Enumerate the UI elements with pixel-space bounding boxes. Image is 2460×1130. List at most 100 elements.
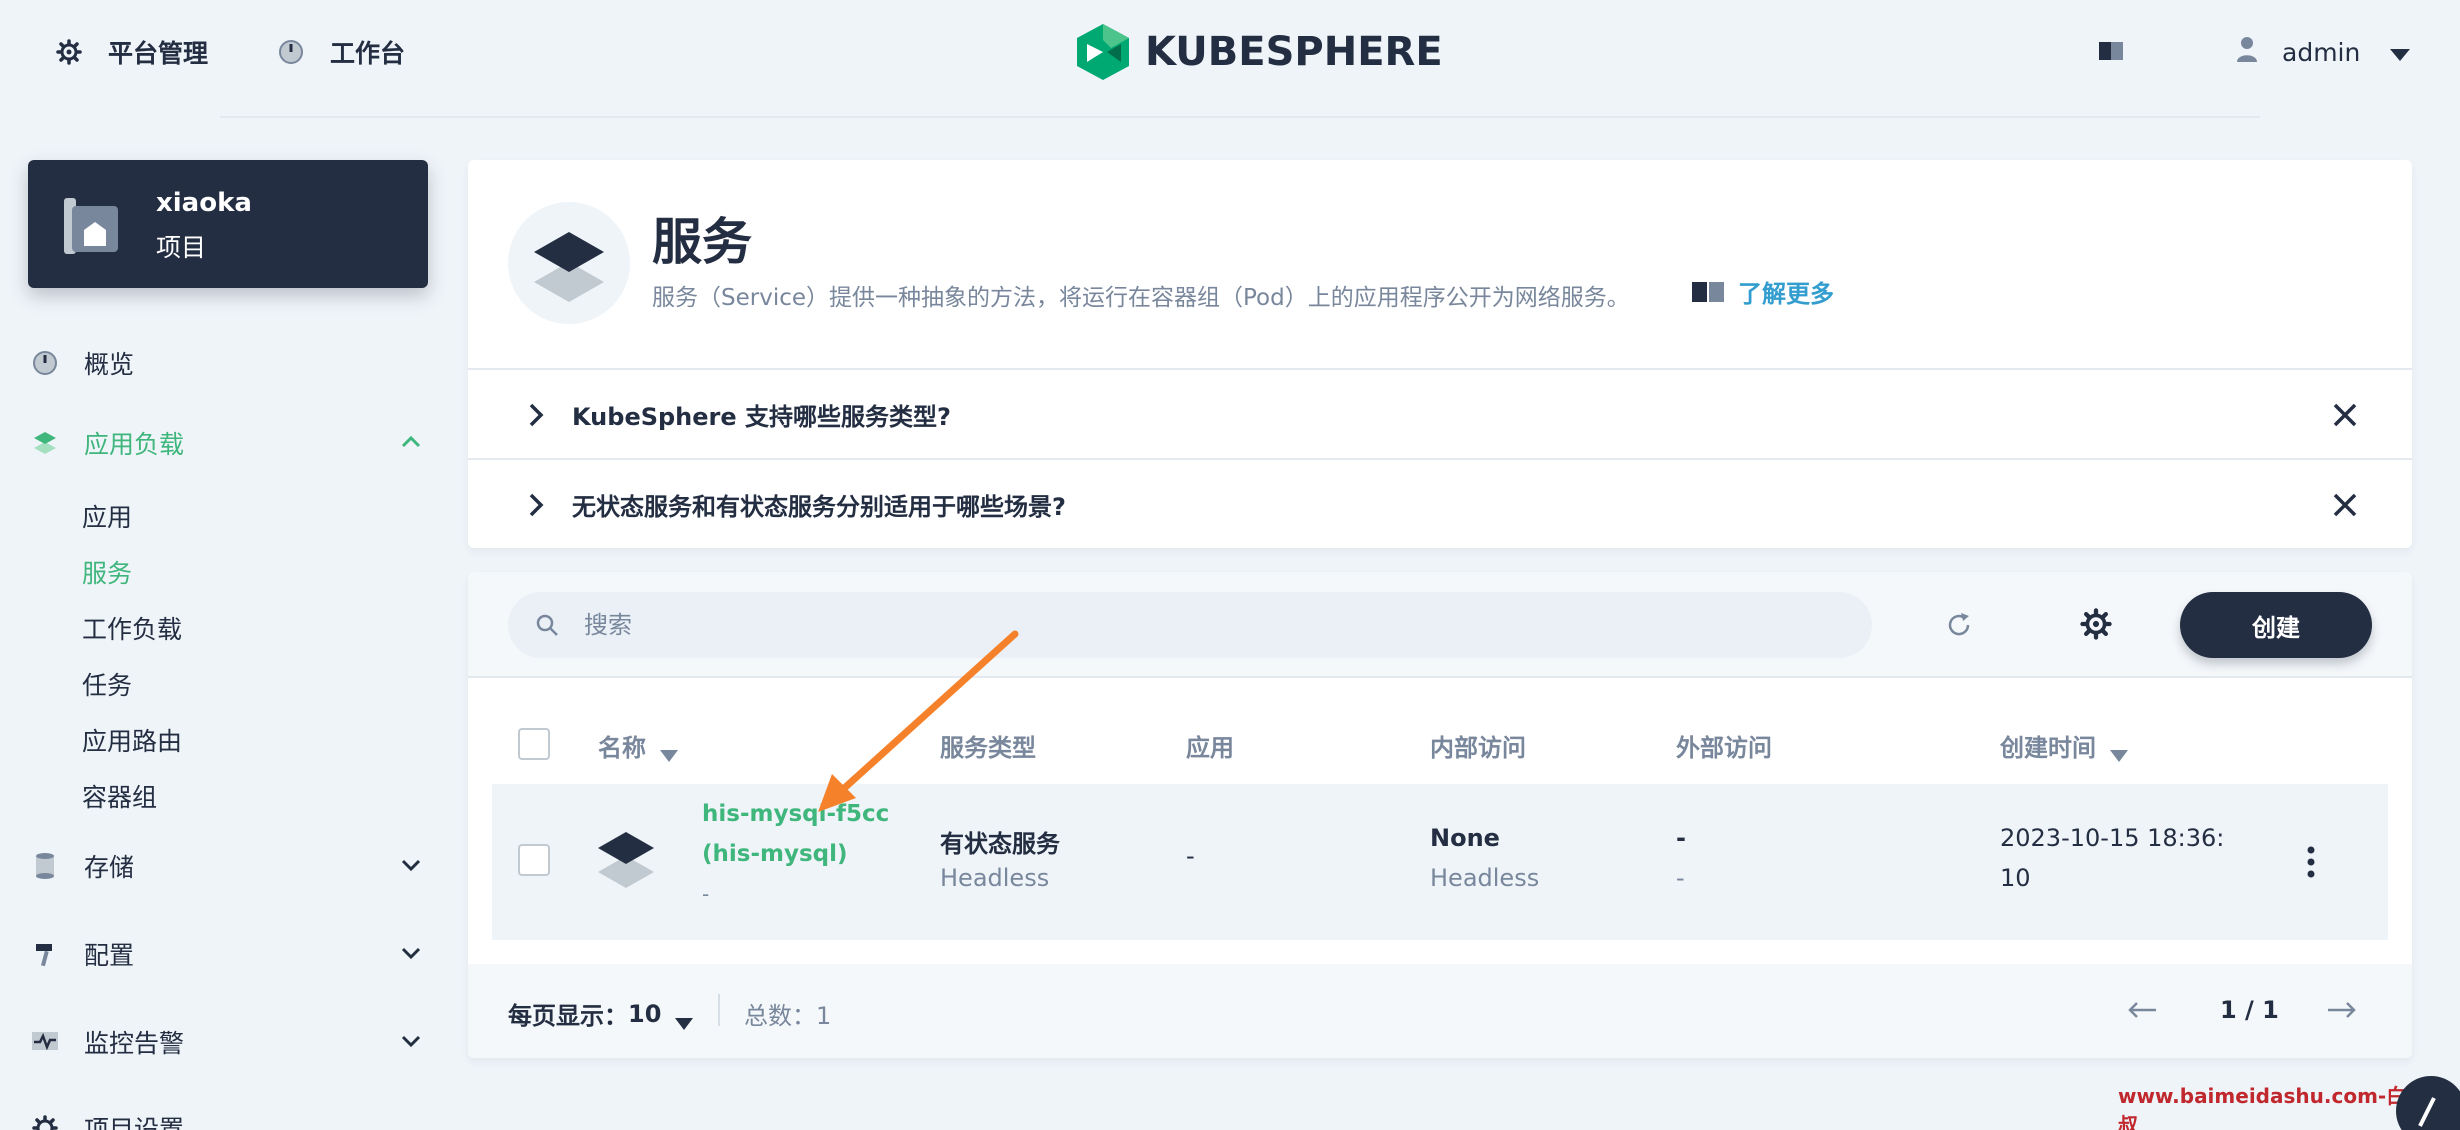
sidebar-item-label: 存储: [84, 853, 135, 882]
kubesphere-logo-icon: [1077, 24, 1129, 80]
sidebar-item-project-settings[interactable]: 项目设置: [30, 1100, 430, 1130]
platform-management-label: 平台管理: [108, 39, 209, 68]
services-header-card: 服务 服务（Service）提供一种抽象的方法，将运行在容器组（Pod）上的应用…: [468, 160, 2412, 548]
sidebar-subitem-services[interactable]: 服务: [82, 554, 132, 590]
chevron-down-icon: [675, 1008, 694, 1030]
gear-icon: [30, 1113, 60, 1130]
chevron-down-icon: [398, 852, 424, 878]
column-header-internal-access: 内部访问: [1430, 734, 1526, 762]
table-pagination: 每页显示： 10 总数：1 1 / 1: [468, 964, 2412, 1058]
faq-question: KubeSphere 支持哪些服务类型?: [572, 402, 951, 431]
sidebar-item-label: 监控告警: [84, 1029, 185, 1058]
chevron-down-icon: [398, 940, 424, 966]
service-name-sub: -: [702, 882, 710, 906]
refresh-icon[interactable]: [1944, 610, 1974, 640]
create-button[interactable]: 创建: [2180, 592, 2372, 658]
sidebar-subitem-workloads[interactable]: 工作负载: [82, 610, 182, 646]
sidebar-item-config[interactable]: 配置: [30, 926, 430, 982]
top-divider: [220, 116, 2260, 118]
service-app-link[interactable]: (his-mysql): [702, 834, 848, 874]
search-icon: [534, 612, 560, 638]
faq-item-service-types[interactable]: KubeSphere 支持哪些服务类型?: [468, 368, 2412, 458]
internal-access: None: [1430, 824, 1500, 852]
workbench-label: 工作台: [330, 39, 406, 68]
per-page-select[interactable]: 每页显示： 10: [508, 996, 694, 1031]
created-time-line1: 2023-10-15 18:36:: [2000, 824, 2225, 852]
chevron-down-icon: [2390, 38, 2411, 67]
table-row[interactable]: his-mysql-f5cc (his-mysql) - 有状态服务 Headl…: [492, 784, 2388, 940]
settings-gear-icon[interactable]: [2080, 608, 2112, 640]
sidebar-subitem-jobs[interactable]: 任务: [82, 666, 132, 702]
hammer-icon: [2418, 1097, 2436, 1127]
sidebar-item-workloads[interactable]: 应用负载: [30, 415, 430, 471]
previous-page-icon[interactable]: [2124, 998, 2160, 1022]
next-page-icon[interactable]: [2324, 998, 2360, 1022]
sidebar-item-label: 应用负载: [84, 430, 185, 459]
app-value: -: [1186, 842, 1195, 870]
total-count: 总数：1: [744, 1002, 832, 1030]
close-icon[interactable]: [2330, 400, 2360, 430]
column-header-label: 创建时间: [2000, 734, 2096, 762]
sidebar-item-label: 项目设置: [84, 1115, 185, 1130]
project-type: 项目: [156, 233, 207, 262]
column-header-name[interactable]: 名称: [598, 728, 678, 763]
project-name: xiaoka: [156, 188, 252, 218]
monitor-icon: [30, 1027, 60, 1057]
learn-more-link[interactable]: 了解更多: [1690, 274, 1834, 309]
gear-icon: [54, 37, 84, 67]
project-card[interactable]: xiaoka 项目: [28, 160, 428, 288]
project-icon: [60, 196, 122, 258]
more-actions-icon[interactable]: [2296, 842, 2326, 882]
faq-item-stateless-stateful[interactable]: 无状态服务和有状态服务分别适用于哪些场景?: [468, 458, 2412, 548]
column-header-service-type: 服务类型: [940, 734, 1036, 762]
column-header-created-time[interactable]: 创建时间: [2000, 728, 2128, 763]
dashboard-icon: [30, 348, 60, 378]
platform-management-link[interactable]: 平台管理: [54, 30, 208, 74]
database-icon: [30, 851, 60, 881]
search-input[interactable]: [584, 611, 1784, 639]
page-indicator: 1 / 1: [2220, 996, 2279, 1024]
service-name-link[interactable]: his-mysql-f5cc: [702, 794, 889, 834]
column-header-label: 名称: [598, 734, 646, 762]
service-icon: [508, 202, 630, 324]
chevron-up-icon: [398, 429, 424, 455]
select-all-checkbox[interactable]: [518, 728, 550, 760]
user-name: admin: [2282, 37, 2361, 67]
per-page-label: 每页显示：: [508, 1002, 628, 1030]
chevron-right-icon: [524, 492, 548, 518]
hammer-icon: [30, 939, 60, 969]
sidebar-subitem-apps[interactable]: 应用: [82, 498, 132, 534]
user-menu[interactable]: admin: [2236, 30, 2411, 74]
service-type-sub: Headless: [940, 864, 1050, 892]
sort-caret-icon: [660, 740, 678, 762]
sidebar-item-storage[interactable]: 存储: [30, 838, 430, 894]
per-page-value: 10: [628, 999, 662, 1028]
kubesphere-logo[interactable]: KUBESPHERE: [1075, 22, 1443, 82]
pagination-divider: [718, 994, 720, 1026]
service-type: 有状态服务: [940, 830, 1060, 858]
sort-caret-icon: [2110, 740, 2128, 762]
sidebar-subitem-pods[interactable]: 容器组: [82, 778, 157, 814]
services-table-card: 创建 名称 服务类型 应用 内部访问 外部访问 创建时间 his-mysql-f…: [468, 572, 2412, 1058]
sidebar-item-label: 配置: [84, 941, 135, 970]
page-title: 服务: [652, 213, 752, 271]
search-bar[interactable]: [508, 592, 1872, 658]
internal-access-sub: Headless: [1430, 864, 1540, 892]
page-description: 服务（Service）提供一种抽象的方法，将运行在容器组（Pod）上的应用程序公…: [652, 285, 1630, 311]
chevron-right-icon: [524, 402, 548, 428]
toolbox-button[interactable]: [2396, 1076, 2460, 1130]
close-icon[interactable]: [2330, 490, 2360, 520]
sidebar-item-monitoring[interactable]: 监控告警: [30, 1014, 430, 1070]
created-time-line2: 10: [2000, 864, 2031, 892]
service-icon: [592, 826, 660, 894]
faq-question: 无状态服务和有状态服务分别适用于哪些场景?: [572, 492, 1066, 521]
sidebar-subitem-ingress[interactable]: 应用路由: [82, 722, 182, 758]
sidebar-item-overview[interactable]: 概览: [30, 335, 430, 391]
top-navigation-bar: 平台管理 工作台 KUBESPHERE admin: [0, 0, 2460, 118]
column-header-app: 应用: [1186, 734, 1234, 762]
documentation-icon[interactable]: [2096, 36, 2126, 66]
column-header-external-access: 外部访问: [1676, 734, 1772, 762]
user-avatar-icon: [2236, 35, 2258, 69]
workbench-link[interactable]: 工作台: [276, 30, 405, 74]
row-checkbox[interactable]: [518, 844, 550, 876]
